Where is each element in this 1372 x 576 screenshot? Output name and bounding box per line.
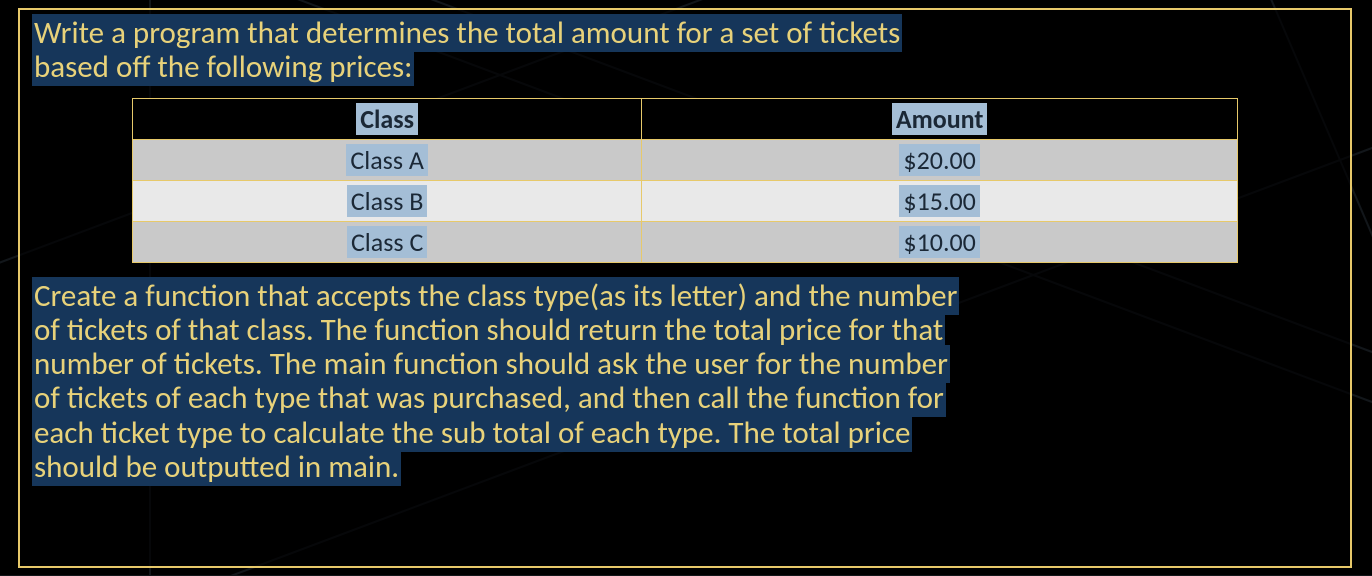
table-row: Class A $20.00 — [133, 140, 1238, 181]
header-amount: Amount — [892, 103, 988, 135]
price-table: Class Amount Class A $20.00 Class B $15.… — [132, 98, 1238, 263]
intro-line2: based off the following prices: — [32, 48, 414, 86]
table-row: Class B $15.00 — [133, 181, 1238, 222]
intro-line1: Write a program that determines the tota… — [32, 14, 902, 52]
table-row: Class Amount — [133, 99, 1238, 140]
body-line: should be outputted in main. — [32, 448, 401, 486]
cell-class: Class A — [346, 144, 428, 176]
body-line: Create a function that accepts the class… — [32, 277, 959, 315]
problem-box: Write a program that determines the tota… — [18, 8, 1352, 568]
body-line: of tickets of each type that was purchas… — [32, 379, 946, 417]
cell-amount: $15.00 — [899, 185, 979, 217]
cell-amount: $20.00 — [899, 144, 979, 176]
body-text: Create a function that accepts the class… — [32, 279, 1338, 484]
header-class: Class — [356, 103, 418, 135]
body-line: of tickets of that class. The function s… — [32, 311, 945, 349]
body-line: number of tickets. The main function sho… — [32, 345, 950, 383]
cell-class: Class B — [347, 185, 428, 217]
cell-class: Class C — [347, 226, 427, 258]
cell-amount: $10.00 — [899, 226, 979, 258]
body-line: each ticket type to calculate the sub to… — [32, 414, 912, 452]
table-row: Class C $10.00 — [133, 222, 1238, 263]
price-table-wrap: Class Amount Class A $20.00 Class B $15.… — [32, 98, 1338, 273]
intro-text: Write a program that determines the tota… — [32, 16, 1338, 84]
